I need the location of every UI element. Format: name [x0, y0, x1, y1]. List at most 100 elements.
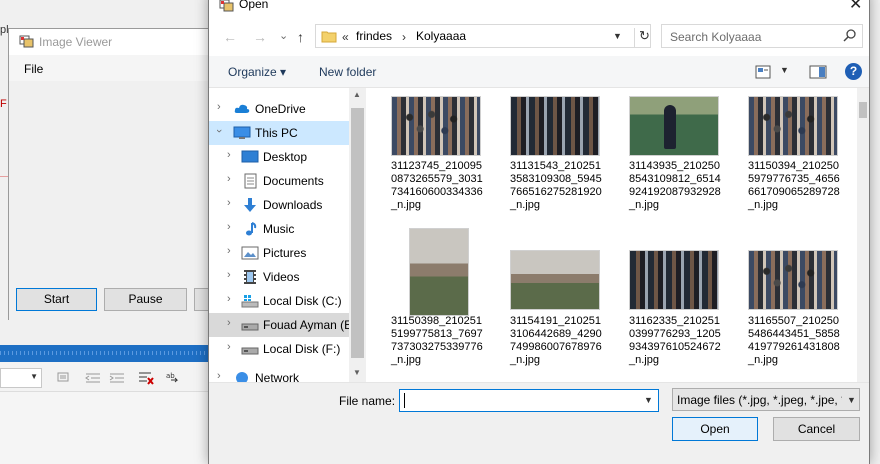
- scroll-down-icon[interactable]: ▼: [353, 368, 361, 377]
- open-button[interactable]: Open: [672, 417, 758, 441]
- file-thumbnail: [391, 96, 481, 156]
- search-box[interactable]: Search Kolyaaaa: [661, 24, 863, 48]
- pause-button[interactable]: Pause: [104, 288, 187, 311]
- refresh-icon[interactable]: ↻: [634, 28, 650, 48]
- nav-item-label: Videos: [263, 270, 300, 284]
- expand-chevron-icon[interactable]: ›: [227, 149, 231, 161]
- comment-icon[interactable]: [56, 370, 74, 386]
- file-item[interactable]: 31131543_2102513583109308_59457665162752…: [490, 88, 602, 228]
- address-history-chevron-icon[interactable]: ▼: [613, 31, 622, 41]
- ide-toolbar-combo[interactable]: ▼: [0, 368, 42, 388]
- expand-chevron-icon[interactable]: ›: [227, 197, 231, 209]
- view-options-chevron-icon[interactable]: ▼: [780, 65, 789, 75]
- navigation-pane: › OneDrive › This PC › Desktop › Documen…: [209, 88, 367, 388]
- file-list-scrollbar[interactable]: [857, 88, 869, 382]
- nav-item-pictures[interactable]: › Pictures: [209, 241, 349, 265]
- expand-chevron-icon[interactable]: ›: [227, 173, 231, 185]
- file-type-value: Image files (*.jpg, *.jpeg, *.jpe, *: [677, 393, 842, 407]
- nav-item-videos[interactable]: › Videos: [209, 265, 349, 289]
- breadcrumb-frindes[interactable]: frindes: [356, 29, 392, 43]
- nav-item-label: Local Disk (C:): [263, 294, 342, 308]
- file-item[interactable]: 31150394_2102505979776735_46566617090652…: [728, 88, 840, 228]
- preview-pane-icon[interactable]: [809, 64, 827, 80]
- view-options-icon[interactable]: [755, 65, 771, 79]
- breadcrumb-kolyaaaa[interactable]: Kolyaaaa: [416, 29, 466, 43]
- chevron-down-icon[interactable]: ▼: [847, 395, 856, 405]
- outdent-icon[interactable]: [84, 370, 102, 386]
- cancel-button-label: Cancel: [797, 422, 836, 436]
- nav-item-onedrive[interactable]: › OneDrive: [209, 97, 349, 121]
- file-name-combobox[interactable]: ▼: [399, 389, 659, 412]
- expand-chevron-icon[interactable]: ›: [227, 341, 231, 353]
- up-arrow-icon[interactable]: ↑: [297, 29, 304, 45]
- dialog-footer: File name: ▼ Image files (*.jpg, *.jpeg,…: [209, 382, 869, 464]
- nav-item-music[interactable]: › Music: [209, 217, 349, 241]
- navigation-pane-scrollbar[interactable]: ▲ ▼: [349, 88, 366, 382]
- cloud-icon: [234, 104, 250, 113]
- desktop-icon: [241, 150, 259, 163]
- expand-chevron-icon[interactable]: ›: [217, 370, 221, 382]
- file-type-select[interactable]: Image files (*.jpg, *.jpeg, *.jpe, * ▼: [672, 388, 860, 411]
- image-viewer-title: Image Viewer: [39, 35, 113, 49]
- file-name: 31162335_2102510399776293_12059343976105…: [629, 315, 721, 366]
- cancel-button[interactable]: Cancel: [773, 417, 860, 441]
- text-caret: [404, 393, 405, 408]
- drive-icon: [241, 323, 259, 331]
- expand-chevron-icon[interactable]: ›: [227, 221, 231, 233]
- nav-item-desktop[interactable]: › Desktop: [209, 145, 349, 169]
- start-button[interactable]: Start: [16, 288, 97, 311]
- close-icon[interactable]: ✕: [849, 0, 862, 14]
- file-item[interactable]: 31165507_2102505486443451_58584197792614…: [728, 220, 840, 366]
- file-list: 31123745_2100950873265579_30317341606003…: [367, 88, 857, 382]
- nav-item-local-disk-c[interactable]: › Local Disk (C:): [209, 289, 349, 313]
- dialog-titlebar[interactable]: [209, 0, 869, 15]
- address-overflow-icon[interactable]: «: [342, 30, 349, 44]
- nav-item-this-pc[interactable]: › This PC: [209, 121, 349, 145]
- menu-file[interactable]: File: [24, 62, 43, 76]
- expand-chevron-icon[interactable]: ›: [227, 269, 231, 281]
- back-arrow-icon[interactable]: ←: [223, 29, 237, 45]
- file-item[interactable]: 31150398_2102515199775813_76977373032753…: [371, 220, 483, 366]
- background-red-text-fragment: F: [0, 98, 7, 110]
- file-item[interactable]: 31154191_2102513106442689_42907499860076…: [490, 220, 602, 366]
- indent-icon[interactable]: [108, 370, 126, 386]
- expand-chevron-icon[interactable]: ›: [217, 101, 221, 113]
- nav-item-fouad-ayman-e[interactable]: › Fouad Ayman (E: [209, 313, 353, 337]
- nav-item-label: Pictures: [263, 246, 307, 260]
- help-icon[interactable]: ?: [845, 63, 862, 80]
- file-name-input[interactable]: [402, 392, 632, 409]
- nav-item-label: Documents: [263, 174, 324, 188]
- nav-item-label: Desktop: [263, 150, 308, 164]
- videos-icon: [244, 270, 256, 284]
- scrollbar-thumb[interactable]: [859, 102, 867, 118]
- chevron-down-icon[interactable]: ▼: [644, 395, 653, 405]
- bookmark-delete-icon[interactable]: [137, 370, 155, 386]
- search-icon[interactable]: [842, 28, 858, 44]
- organize-button[interactable]: Organize ▾: [228, 65, 286, 79]
- collapse-chevron-icon[interactable]: ›: [213, 129, 225, 133]
- new-folder-button[interactable]: New folder: [319, 65, 376, 79]
- nav-item-label: Fouad Ayman (E: [263, 318, 353, 332]
- nav-item-documents[interactable]: › Documents: [209, 169, 349, 193]
- nav-item-downloads[interactable]: › Downloads: [209, 193, 349, 217]
- scroll-up-icon[interactable]: ▲: [353, 90, 361, 99]
- nav-item-local-disk-f[interactable]: › Local Disk (F:): [209, 337, 349, 361]
- computer-icon: [233, 126, 251, 139]
- scrollbar-thumb[interactable]: [351, 108, 364, 358]
- nav-item-label: Music: [263, 222, 295, 236]
- address-bar[interactable]: « frindes › Kolyaaaa ▼ ↻: [315, 24, 651, 48]
- recent-locations-chevron-icon[interactable]: ⌄: [279, 29, 288, 42]
- expand-chevron-icon[interactable]: ›: [227, 317, 231, 329]
- file-item[interactable]: 31123745_2100950873265579_30317341606003…: [371, 88, 483, 228]
- expand-chevron-icon[interactable]: ›: [227, 245, 231, 257]
- breadcrumb-separator-icon: ›: [402, 30, 406, 44]
- file-name-label: File name:: [339, 394, 396, 408]
- forward-arrow-icon[interactable]: →: [253, 29, 267, 45]
- file-item[interactable]: 31143935_2102508543109812_65149241920879…: [609, 88, 721, 228]
- file-item[interactable]: 31162335_2102510399776293_12059343976105…: [609, 220, 721, 366]
- file-name: 31150394_2102505979776735_46566617090652…: [748, 160, 840, 211]
- find-replace-icon[interactable]: ab: [165, 370, 183, 386]
- documents-icon: [244, 173, 257, 189]
- chevron-down-icon: ▼: [30, 372, 38, 381]
- expand-chevron-icon[interactable]: ›: [227, 293, 231, 305]
